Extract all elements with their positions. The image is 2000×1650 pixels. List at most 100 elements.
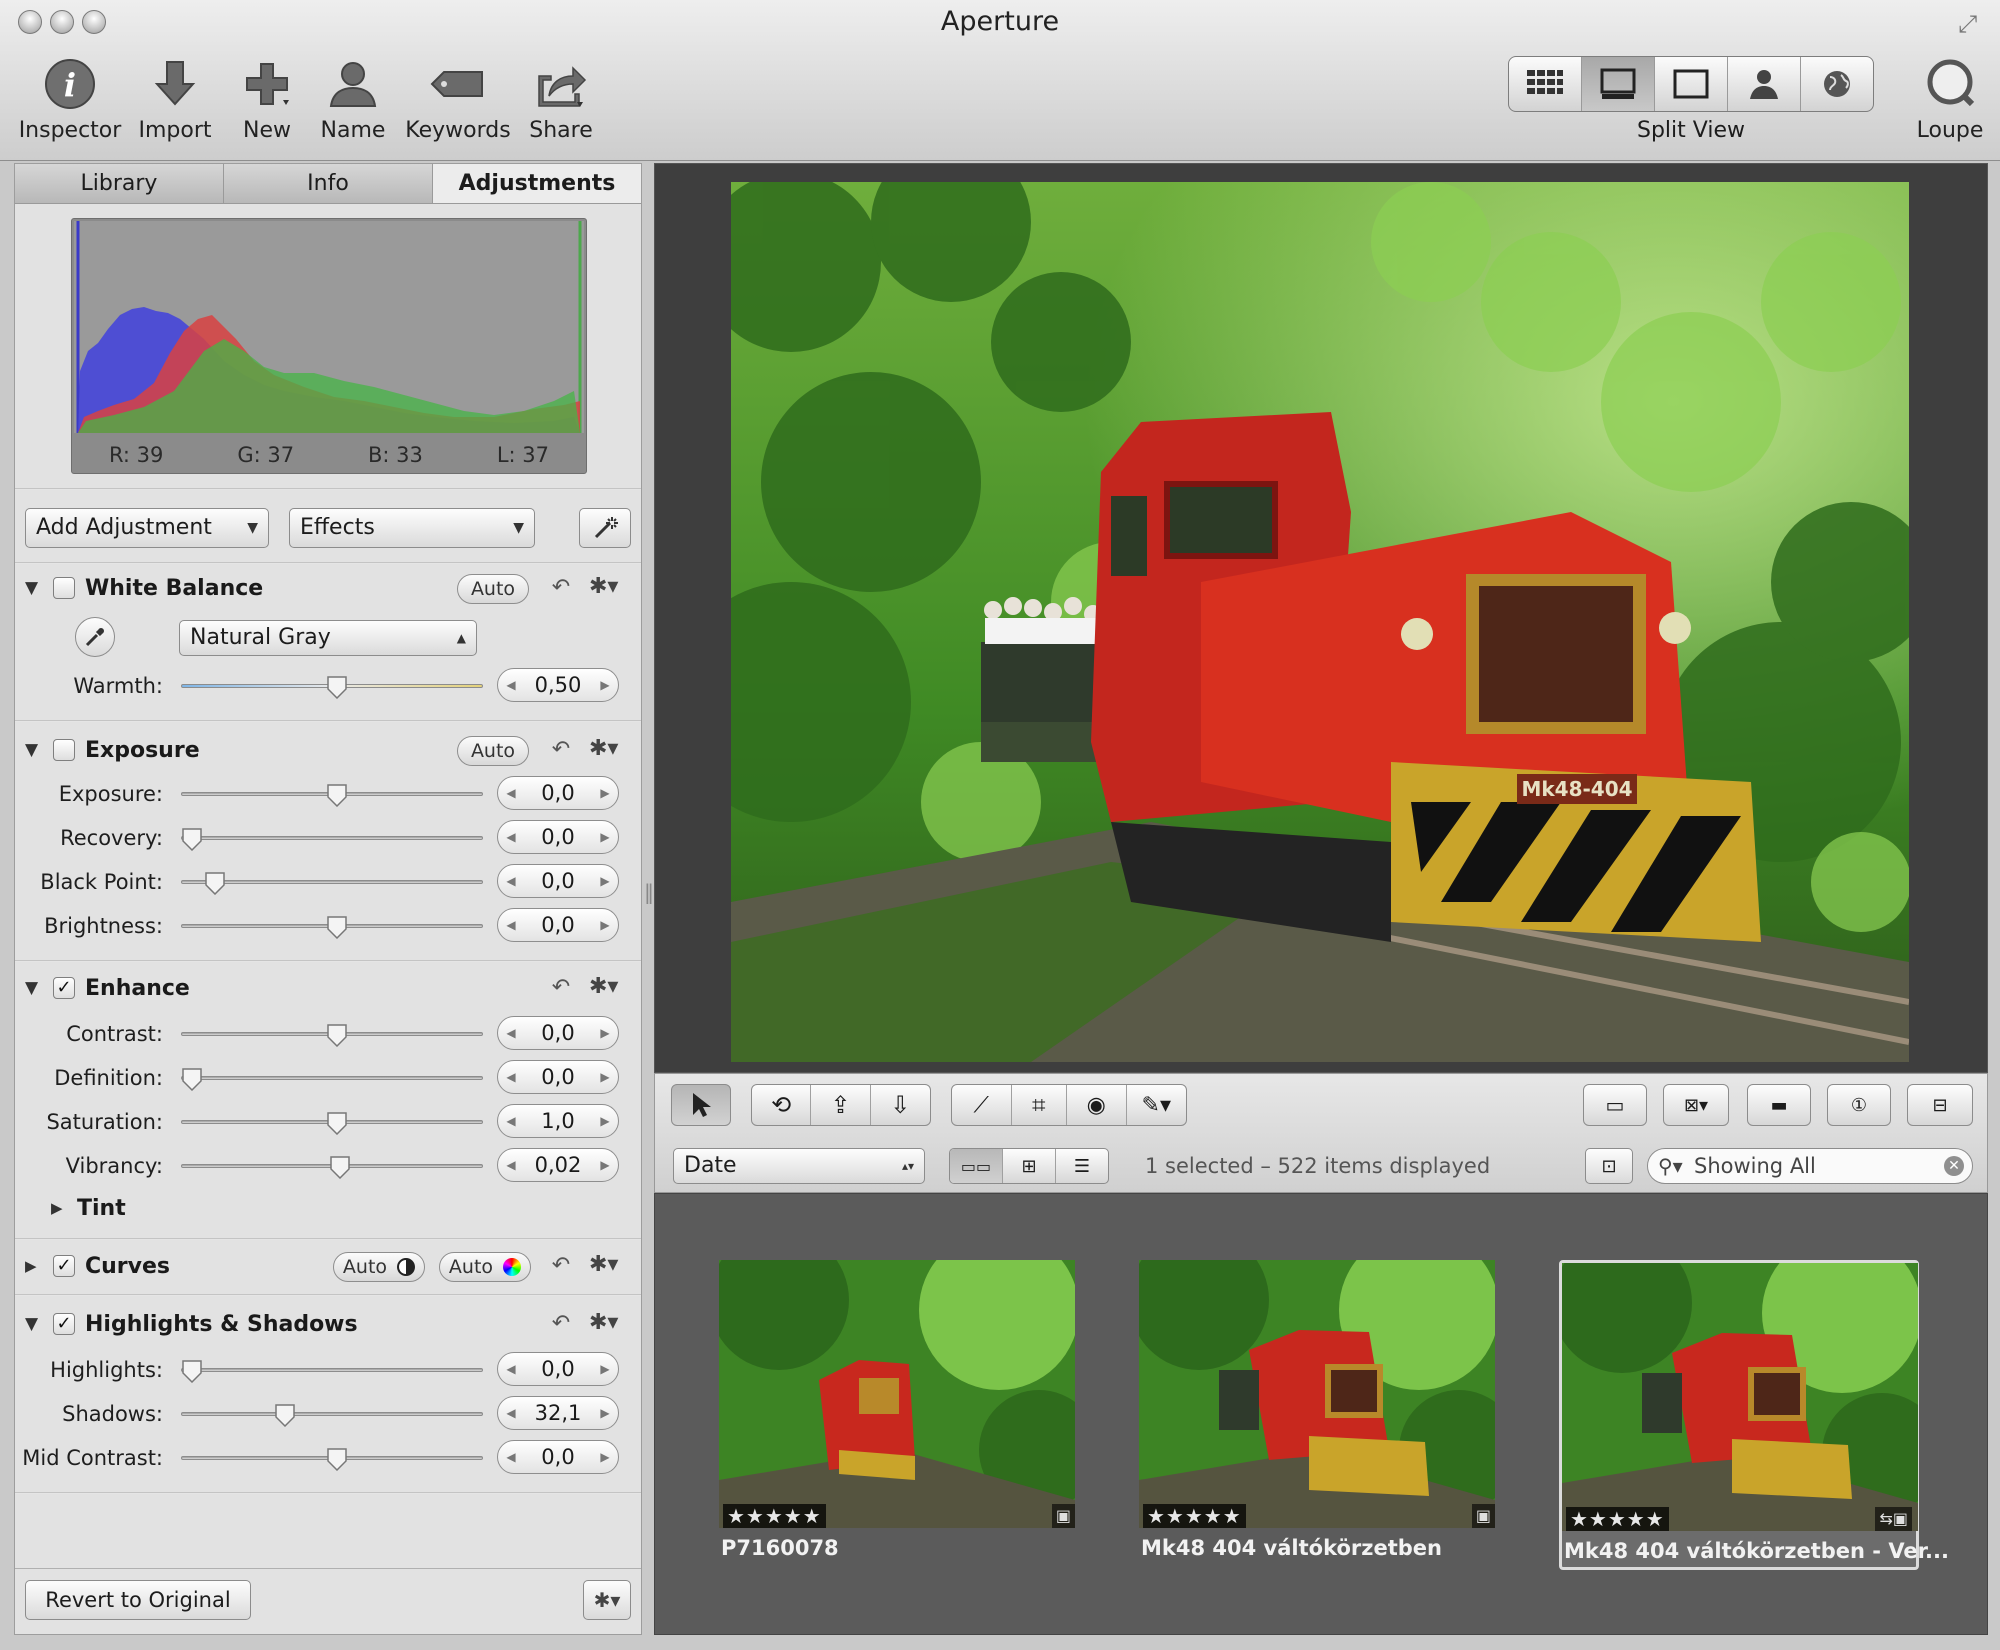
disclosure-open-icon[interactable]: ▼ xyxy=(25,578,45,598)
disclosure-closed-icon[interactable]: ▶ xyxy=(51,1199,71,1217)
decrement-arrow-icon[interactable]: ◀ xyxy=(502,1353,520,1385)
sort-dropdown[interactable]: Date ▴▾ xyxy=(673,1148,925,1184)
increment-arrow-icon[interactable]: ▶ xyxy=(596,1017,614,1049)
quick-brush-button[interactable] xyxy=(579,508,631,548)
tab-adjustments[interactable]: Adjustments xyxy=(433,164,641,203)
list-layout-button[interactable]: ☰ xyxy=(1056,1149,1108,1183)
value-stepper[interactable]: ◀ 1,0 ▶ xyxy=(497,1104,619,1138)
keywords-button[interactable]: Keywords xyxy=(400,56,516,143)
tab-info[interactable]: Info xyxy=(224,164,433,203)
reset-icon[interactable]: ↶ xyxy=(549,738,573,762)
grid-layout-button[interactable]: ⊞ xyxy=(1003,1149,1056,1183)
thumbnail[interactable]: ★★★★★ ⇆▣ Mk48 404 váltókörzetben - Ver... xyxy=(1559,1260,1949,1570)
slider-thumb[interactable] xyxy=(181,827,203,851)
import-button[interactable]: Import xyxy=(132,56,218,143)
rating-stars[interactable]: ★★★★★ xyxy=(1566,1507,1669,1531)
decrement-arrow-icon[interactable]: ◀ xyxy=(502,1105,520,1137)
warmth-value-stepper[interactable]: ◀ 0,50 ▶ xyxy=(497,668,619,702)
value-stepper[interactable]: ◀ 0,02 ▶ xyxy=(497,1148,619,1182)
loupe-button[interactable]: Loupe xyxy=(1905,56,1995,143)
rotate-button[interactable]: ⟲ xyxy=(752,1085,812,1125)
white-balance-auto-button[interactable]: Auto xyxy=(457,574,529,604)
value-stepper[interactable]: ◀ 0,0 ▶ xyxy=(497,776,619,810)
enhance-checkbox[interactable]: ✓ xyxy=(53,977,75,999)
slider-thumb[interactable] xyxy=(181,1067,203,1091)
reset-icon[interactable]: ↶ xyxy=(549,576,573,600)
white-balance-checkbox[interactable] xyxy=(53,577,75,599)
slider-thumb[interactable] xyxy=(204,871,226,895)
disclosure-open-icon[interactable]: ▼ xyxy=(25,978,45,998)
gear-icon[interactable]: ✱▾ xyxy=(589,974,621,1002)
gear-icon[interactable]: ✱▾ xyxy=(589,1310,621,1338)
select-tool-button[interactable] xyxy=(671,1084,731,1126)
slider-thumb[interactable] xyxy=(326,1447,348,1471)
decrement-arrow-icon[interactable]: ◀ xyxy=(502,777,520,809)
slider-thumb[interactable] xyxy=(326,1111,348,1135)
primary-only-button[interactable]: ① xyxy=(1827,1084,1891,1126)
straighten-button[interactable]: ⟋ xyxy=(952,1085,1012,1125)
slider-thumb[interactable] xyxy=(326,783,348,807)
curves-auto-luminance-button[interactable]: Auto xyxy=(333,1252,425,1282)
reset-icon[interactable]: ↶ xyxy=(549,1254,573,1278)
increment-arrow-icon[interactable]: ▶ xyxy=(596,1061,614,1093)
value-stepper[interactable]: ◀ 0,0 ▶ xyxy=(497,1060,619,1094)
thumbnail[interactable]: ★★★★★ ▣ Mk48 404 váltókörzetben xyxy=(1139,1260,1499,1570)
increment-arrow-icon[interactable]: ▶ xyxy=(596,1105,614,1137)
decrement-arrow-icon[interactable]: ◀ xyxy=(502,1397,520,1429)
thumbnail-image[interactable] xyxy=(719,1260,1075,1528)
increment-arrow-icon[interactable]: ▶ xyxy=(596,1353,614,1385)
name-button[interactable]: Name xyxy=(318,56,388,143)
places-button[interactable] xyxy=(1801,57,1873,111)
value-stepper[interactable]: ◀ 32,1 ▶ xyxy=(497,1396,619,1430)
stamp-button[interactable]: ⇩ xyxy=(871,1085,930,1125)
main-photo[interactable]: Mk48-404 xyxy=(731,182,1909,1062)
slider-track[interactable] xyxy=(181,880,483,884)
inspector-button[interactable]: i Inspector xyxy=(18,56,122,143)
decrement-arrow-icon[interactable]: ◀ xyxy=(502,1061,520,1093)
decrement-arrow-icon[interactable]: ◀ xyxy=(502,1441,520,1473)
disclosure-open-icon[interactable]: ▼ xyxy=(25,740,45,760)
browser-view-button[interactable] xyxy=(1509,57,1582,111)
value-stepper[interactable]: ◀ 0,0 ▶ xyxy=(497,864,619,898)
disclosure-open-icon[interactable]: ▼ xyxy=(25,1314,45,1334)
overlay-options-button[interactable]: ⊠▾ xyxy=(1663,1084,1729,1126)
value-stepper[interactable]: ◀ 0,0 ▶ xyxy=(497,908,619,942)
rating-stars[interactable]: ★★★★★ xyxy=(1143,1504,1246,1528)
split-view-button[interactable] xyxy=(1582,57,1655,111)
slider-thumb[interactable] xyxy=(326,915,348,939)
viewer-mode-button[interactable]: ⊟ xyxy=(1907,1084,1973,1126)
increment-arrow-icon[interactable]: ▶ xyxy=(596,821,614,853)
faces-button[interactable] xyxy=(1728,57,1801,111)
new-button[interactable]: New xyxy=(230,56,304,143)
increment-arrow-icon[interactable]: ▶ xyxy=(596,1441,614,1473)
value-stepper[interactable]: ◀ 0,0 ▶ xyxy=(497,1016,619,1050)
decrement-arrow-icon[interactable]: ◀ xyxy=(502,821,520,853)
crop-button[interactable]: ⌗ xyxy=(1012,1085,1068,1125)
filmstrip-layout-button[interactable]: ▭▭ xyxy=(950,1149,1003,1183)
increment-arrow-icon[interactable]: ▶ xyxy=(596,909,614,941)
show-viewer-options-button[interactable]: ▭ xyxy=(1583,1084,1647,1126)
tint-header[interactable]: ▶ Tint xyxy=(51,1190,631,1226)
panel-resize-handle[interactable]: ‖ xyxy=(644,880,654,910)
curves-checkbox[interactable]: ✓ xyxy=(53,1255,75,1277)
slider-track[interactable] xyxy=(181,1076,483,1080)
slider-thumb[interactable] xyxy=(181,1359,203,1383)
adjustments-action-button[interactable]: ✱▾ xyxy=(583,1580,631,1620)
effects-dropdown[interactable]: Effects ▼ xyxy=(289,508,535,548)
increment-arrow-icon[interactable]: ▶ xyxy=(596,777,614,809)
reset-icon[interactable]: ↶ xyxy=(549,1312,573,1336)
revert-to-original-button[interactable]: Revert to Original xyxy=(25,1580,251,1620)
value-stepper[interactable]: ◀ 0,0 ▶ xyxy=(497,820,619,854)
brush-button[interactable]: ✎▾ xyxy=(1127,1085,1186,1125)
slider-track[interactable] xyxy=(181,1412,483,1416)
slider-track[interactable] xyxy=(181,1368,483,1372)
white-balance-mode-dropdown[interactable]: Natural Gray ▲ xyxy=(179,620,477,656)
slider-thumb[interactable] xyxy=(329,1155,351,1179)
tab-library[interactable]: Library xyxy=(15,164,224,203)
slider-track[interactable] xyxy=(181,836,483,840)
add-adjustment-dropdown[interactable]: Add Adjustment ▼ xyxy=(25,508,269,548)
warmth-slider-thumb[interactable] xyxy=(326,675,348,699)
increment-arrow-icon[interactable]: ▶ xyxy=(596,865,614,897)
thumbnail-image[interactable] xyxy=(1562,1263,1918,1531)
gear-icon[interactable]: ✱▾ xyxy=(589,1252,621,1280)
